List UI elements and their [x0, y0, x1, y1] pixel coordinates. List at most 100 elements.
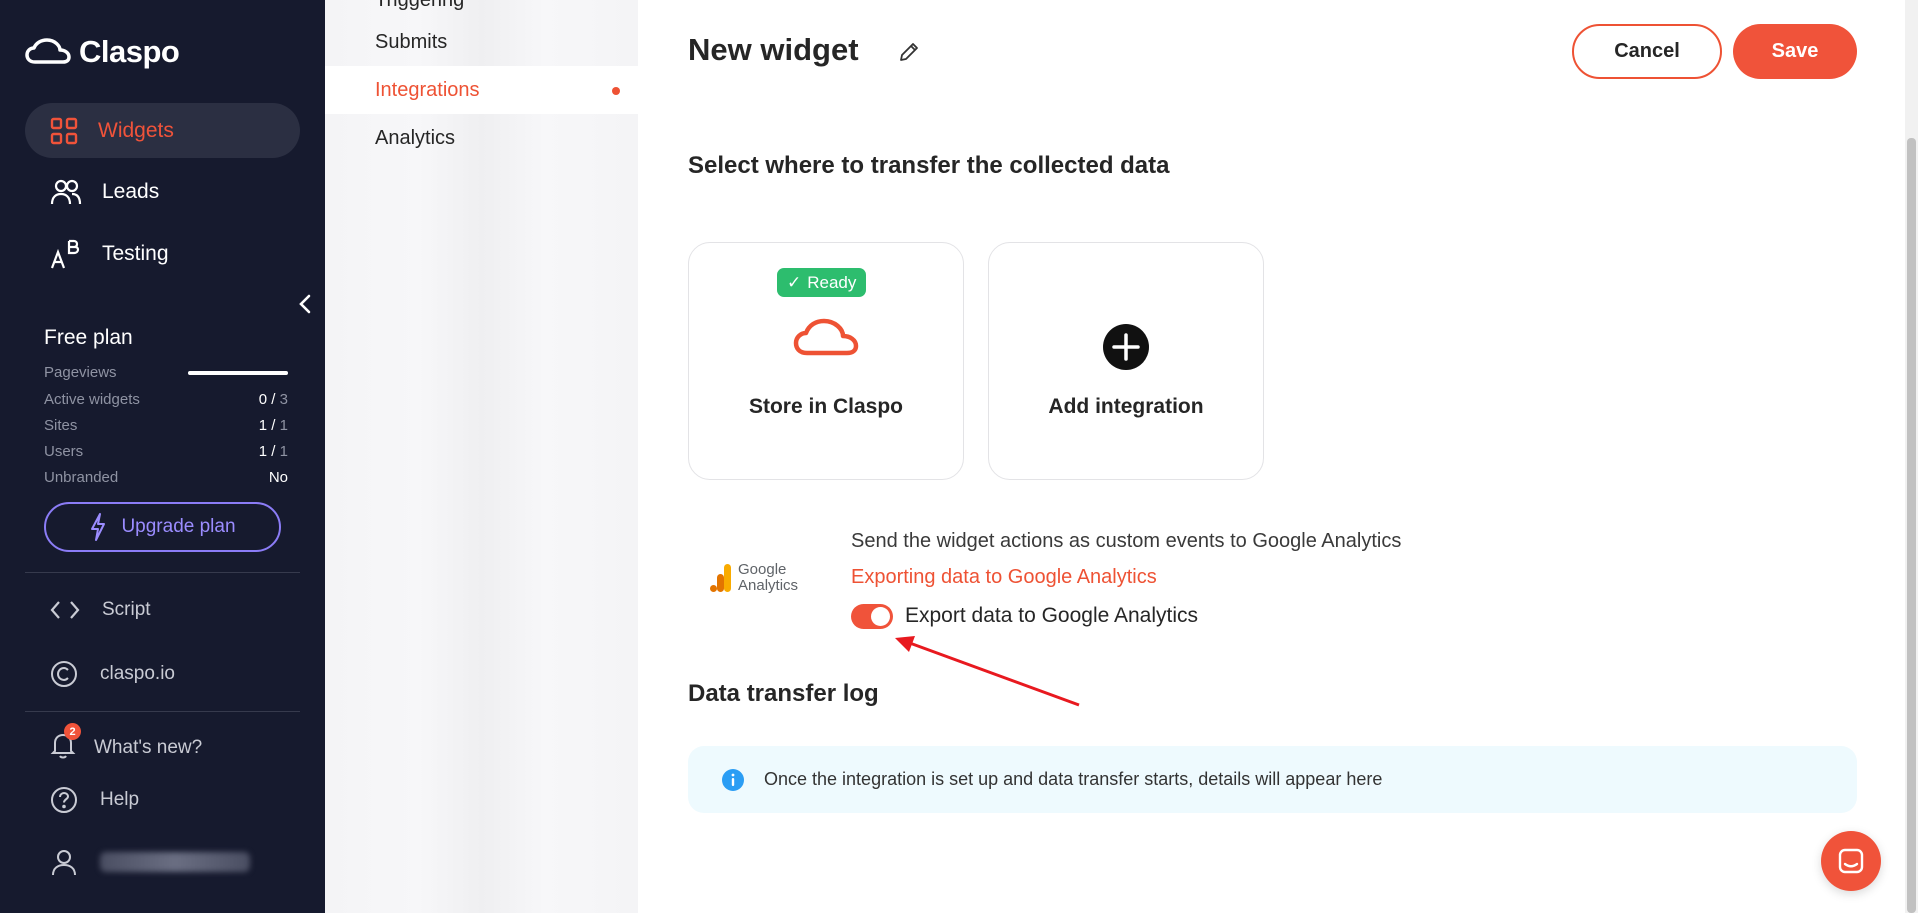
users-label: Users: [44, 443, 84, 460]
whats-new-label: What's new?: [94, 737, 203, 758]
sidebar-item-leads[interactable]: Leads: [25, 164, 300, 219]
subnav-item-integrations[interactable]: Integrations: [325, 66, 638, 114]
ga-description: Send the widget actions as custom events…: [851, 530, 1402, 552]
active-widgets-label: Active widgets: [44, 391, 140, 408]
active-widgets-value: 0 / 3: [258, 391, 288, 408]
store-in-claspo-card[interactable]: ✓ Ready Store in Claspo: [688, 242, 964, 480]
collapse-sidebar-button[interactable]: [295, 292, 315, 316]
sidebar-item-help[interactable]: Help: [50, 786, 139, 814]
subnav-item-label: Triggering: [375, 0, 464, 12]
users-icon: [50, 179, 82, 204]
integrations-section-title: Select where to transfer the collected d…: [688, 152, 1170, 179]
active-widgets-row: Active widgets 0 / 3: [44, 391, 288, 408]
info-text: Once the integration is set up and data …: [764, 769, 1383, 789]
page-scrollbar[interactable]: [1905, 0, 1918, 913]
sites-limit: 1: [279, 417, 288, 434]
unbranded-label: Unbranded: [44, 469, 119, 486]
pageviews-progress-bar: [188, 370, 288, 375]
sidebar-item-whats-new[interactable]: 2 What's new?: [50, 723, 203, 765]
subnav-item-label: Analytics: [375, 126, 456, 149]
subnav-item-label: Integrations: [375, 78, 480, 101]
sidebar-item-widgets[interactable]: Widgets: [25, 103, 300, 158]
bell-icon-wrapper: 2: [50, 723, 81, 765]
sidebar-item-label: Widgets: [98, 118, 174, 142]
sidebar-item-script[interactable]: Script: [50, 599, 151, 621]
sidebar-item-testing[interactable]: Testing: [25, 226, 300, 281]
info-icon: [722, 768, 744, 791]
main-sidebar: Claspo Widgets Leads Testing Free plan P…: [0, 0, 325, 913]
active-widgets-limit: 3: [279, 391, 288, 408]
sites-value: 1 / 1: [258, 417, 288, 434]
users-used: 1: [258, 443, 268, 460]
export-ga-toggle[interactable]: [851, 604, 893, 629]
cancel-button[interactable]: Cancel: [1572, 24, 1722, 79]
script-label: Script: [102, 599, 151, 620]
notification-count-badge: 2: [64, 723, 81, 740]
export-ga-toggle-label: Export data to Google Analytics: [905, 604, 1199, 627]
ab-test-icon: [50, 239, 80, 268]
blurred-user-name: [100, 852, 250, 872]
upgrade-plan-label: Upgrade plan: [121, 516, 236, 537]
code-icon: [50, 601, 80, 619]
sidebar-divider: [25, 572, 300, 573]
plan-title: Free plan: [44, 326, 133, 349]
claspo-cloud-logo-icon: [25, 38, 71, 64]
subnav-item-label: Submits: [375, 30, 448, 53]
ga-logo-line1: Google: [738, 561, 787, 578]
pageviews-label: Pageviews: [44, 364, 117, 381]
sidebar-item-label: Leads: [102, 179, 160, 203]
sidebar-divider: [25, 711, 300, 712]
sites-used: 1: [258, 417, 268, 434]
active-widgets-used: 0: [258, 391, 268, 408]
google-analytics-logo: Google Analytics: [710, 562, 798, 594]
users-row: Users 1 / 1: [44, 443, 288, 460]
unbranded-row: Unbranded No: [44, 469, 288, 486]
subnav-item-submits[interactable]: Submits: [325, 18, 638, 66]
unbranded-value: No: [268, 469, 288, 486]
user-icon: [52, 850, 76, 876]
pencil-icon: [900, 43, 918, 61]
ga-help-link[interactable]: Exporting data to Google Analytics: [851, 566, 1157, 589]
chat-support-button[interactable]: [1821, 831, 1881, 891]
data-transfer-log-title: Data transfer log: [688, 680, 879, 707]
lightning-icon: [91, 513, 106, 541]
claspo-io-label: claspo.io: [100, 663, 175, 684]
claspo-cloud-icon: [793, 318, 859, 356]
ready-badge-label: Ready: [807, 272, 857, 292]
page-title: New widget: [688, 32, 859, 67]
sidebar-item-profile[interactable]: [50, 848, 250, 876]
help-label: Help: [100, 789, 140, 810]
chat-icon: [1838, 848, 1864, 874]
card-label: Store in Claspo: [748, 395, 904, 418]
sidebar-item-label: Testing: [102, 241, 169, 265]
widget-settings-nav: Triggering Submits Integrations Analytic…: [325, 0, 638, 913]
plus-circle-icon: [1103, 324, 1149, 370]
subnav-item-analytics[interactable]: Analytics: [325, 114, 638, 162]
copyright-icon: [51, 661, 77, 687]
data-transfer-log-info: Once the integration is set up and data …: [688, 746, 1857, 813]
scrollbar-thumb[interactable]: [1907, 138, 1916, 913]
upgrade-plan-button[interactable]: Upgrade plan: [44, 502, 281, 552]
users-limit: 1: [279, 443, 288, 460]
add-integration-card[interactable]: Add integration: [988, 242, 1264, 480]
help-icon: [51, 787, 77, 813]
brand-name: Claspo: [79, 34, 180, 69]
active-indicator-dot: [612, 87, 620, 95]
google-analytics-icon: [710, 564, 731, 592]
sidebar-item-claspo-io[interactable]: claspo.io: [50, 660, 175, 688]
claspo-logo[interactable]: Claspo: [25, 34, 180, 70]
pageviews-progress-fill: [188, 370, 288, 375]
edit-title-button[interactable]: [898, 41, 920, 68]
google-analytics-logo-text: Google Analytics: [738, 562, 798, 594]
save-button[interactable]: Save: [1733, 24, 1857, 79]
chevron-left-icon: [299, 294, 311, 314]
card-label: Add integration: [1048, 395, 1204, 418]
toggle-knob: [871, 607, 890, 626]
users-value: 1 / 1: [258, 443, 288, 460]
sites-row: Sites 1 / 1: [44, 417, 288, 434]
annotation-arrow: [895, 636, 1080, 707]
ready-badge: ✓ Ready: [777, 268, 867, 297]
ga-logo-line2: Analytics: [738, 577, 799, 594]
sites-label: Sites: [44, 417, 78, 434]
grid-icon: [50, 117, 78, 144]
